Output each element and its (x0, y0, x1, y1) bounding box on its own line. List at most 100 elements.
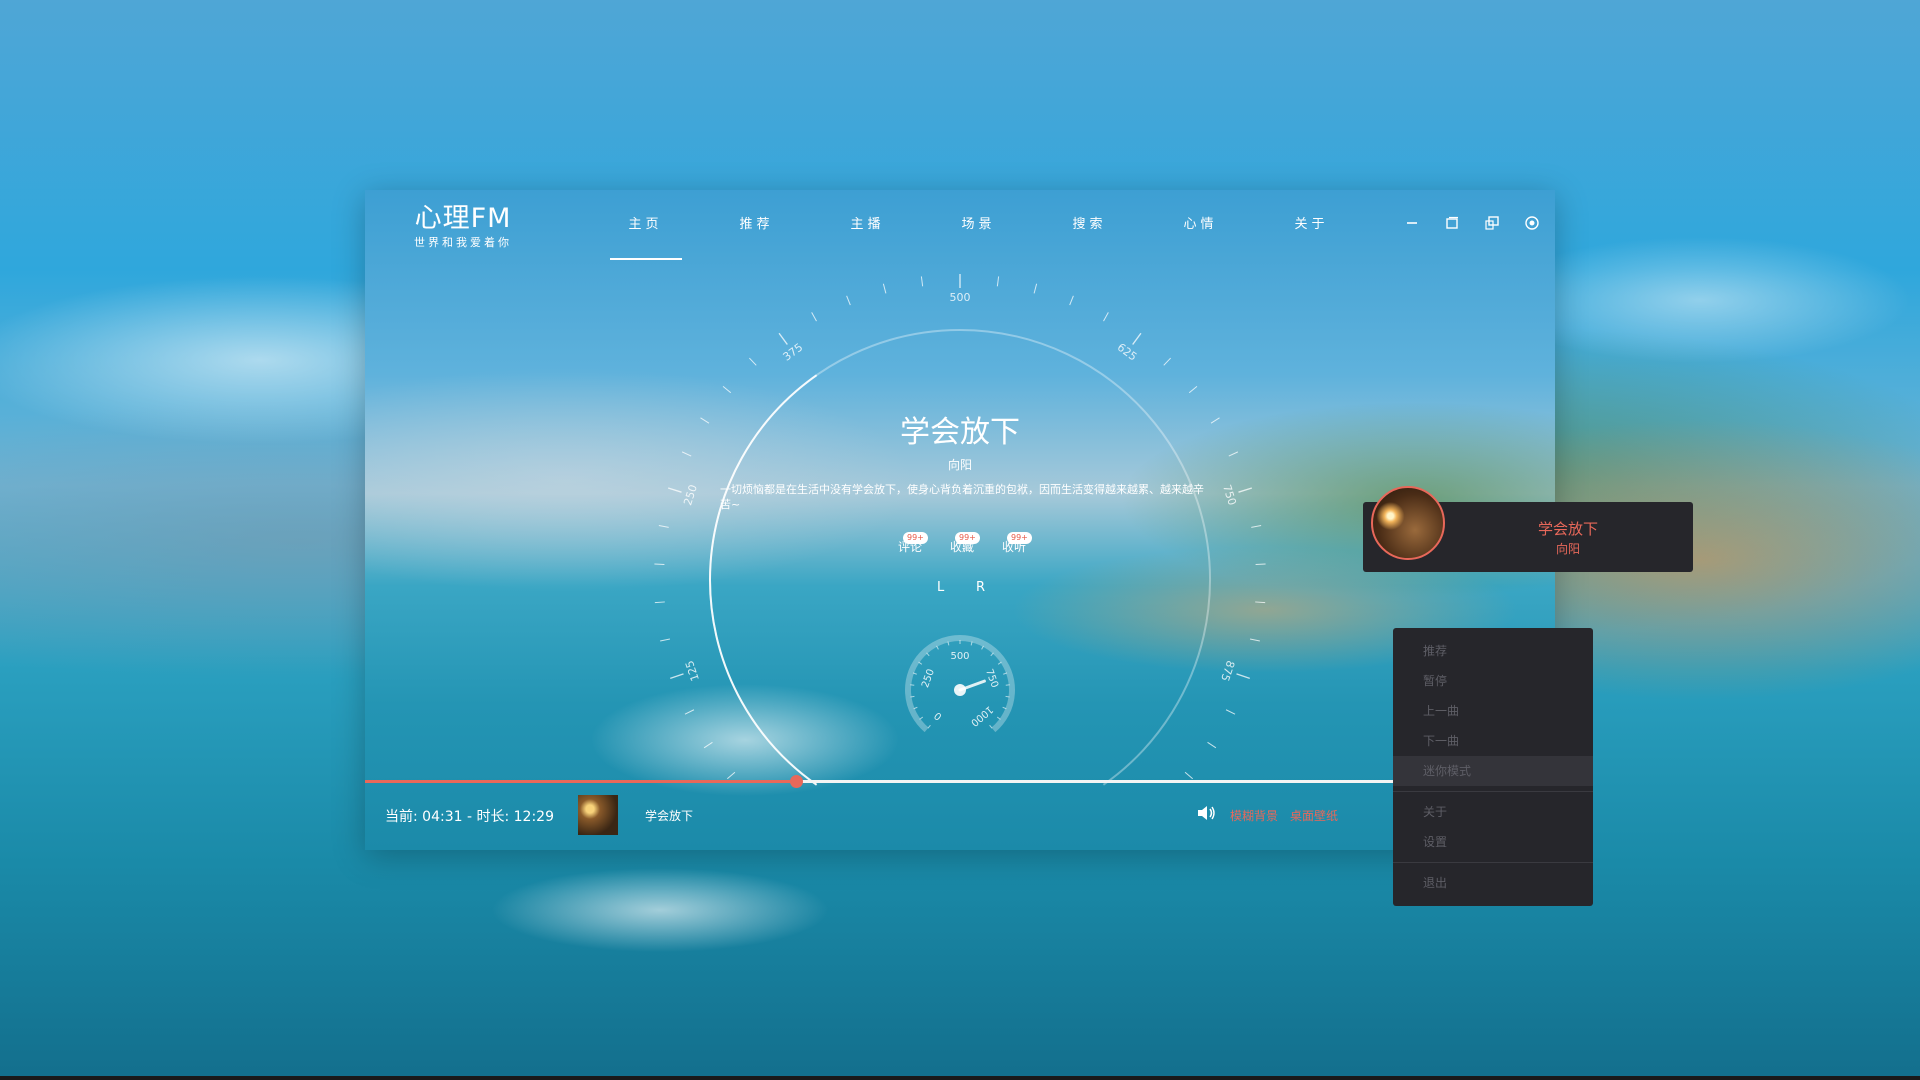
gauge-tick-label: 500 (950, 291, 971, 304)
listen-count-badge: 99+ (1007, 532, 1032, 544)
gauge-arc (709, 329, 1211, 786)
gauge-tick-label: 125 (683, 659, 702, 683)
gauge-tick (996, 276, 1000, 287)
small-gauge-tick (990, 652, 994, 657)
playback-time: 当前: 04:31 - 时长: 12:29 (385, 809, 554, 825)
gauge-tick (1033, 283, 1038, 294)
gauge-tick-label: 750 (1220, 483, 1239, 507)
gauge-tick (1207, 741, 1217, 749)
small-gauge-tick-label: 750 (983, 668, 1000, 690)
mini-player-cover[interactable] (1371, 486, 1445, 560)
gauge-tick (882, 283, 887, 294)
small-gauge-tick (919, 716, 924, 720)
gauge-tick (1132, 332, 1142, 345)
gauge-tick (700, 417, 710, 424)
gauge-tick (1069, 295, 1074, 306)
menu-item-mini-mode[interactable]: 迷你模式 (1393, 756, 1593, 786)
small-gauge-tick (936, 645, 939, 650)
song-title: 学会放下 (900, 415, 1020, 450)
gauge-tick (1249, 638, 1260, 642)
gauge-tick (684, 709, 695, 715)
gauge-tick (681, 451, 692, 457)
gauge-tick (658, 525, 669, 528)
gauge-tick (778, 332, 788, 345)
gauge-tick (749, 357, 757, 366)
listen-button[interactable]: 收听 99+ (999, 532, 1032, 554)
small-gauge-hub (954, 684, 966, 696)
menu-divider (1393, 862, 1593, 863)
menu-item-next[interactable]: 下一曲 (1393, 726, 1593, 756)
gauge-tick (660, 638, 671, 642)
small-gauge-tick (913, 706, 918, 710)
gauge-tick (1228, 451, 1239, 457)
gauge-tick (654, 563, 665, 566)
blur-background-link[interactable]: 模糊背景 (1230, 807, 1278, 824)
small-gauge-tick-label: 250 (920, 668, 937, 690)
favorite-button[interactable]: 收藏 99+ (947, 532, 980, 554)
gauge-tick (846, 295, 851, 306)
gauge-tick (1210, 417, 1220, 424)
small-gauge-tick-label: 500 (950, 651, 969, 662)
small-gauge-tick (981, 645, 984, 650)
track-cover-thumbnail[interactable] (578, 795, 618, 835)
progress-fill (365, 780, 797, 783)
mini-player-title: 学会放下 (1537, 520, 1598, 538)
gauge-tick (670, 673, 684, 680)
menu-item-exit[interactable]: 退出 (1393, 868, 1593, 898)
small-gauge-tick (910, 695, 915, 698)
gauge-tick (1251, 525, 1262, 528)
gauge-tick (811, 312, 817, 322)
channel-left-label: L (937, 580, 945, 595)
mini-player[interactable]: 学会放下 向阳 (1363, 486, 1693, 572)
volume-icon[interactable] (1195, 802, 1217, 824)
gauge-tick (1225, 709, 1236, 715)
desktop-wallpaper-link[interactable]: 桌面壁纸 (1290, 807, 1338, 824)
small-gauge-tick (1003, 672, 1008, 675)
menu-item-pause[interactable]: 暂停 (1393, 666, 1593, 696)
menu-item-about[interactable]: 关于 (1393, 797, 1593, 827)
menu-item-recommend[interactable]: 推荐 (1393, 636, 1593, 666)
taskbar-edge (0, 1076, 1920, 1080)
context-menu: 推荐 暂停 上一曲 下一曲 迷你模式 关于 设置 退出 (1393, 628, 1593, 906)
small-gauge-tick (918, 661, 923, 665)
favorite-count-badge: 99+ (955, 532, 980, 544)
gauge-tick (726, 771, 736, 780)
footer-song-title: 学会放下 (645, 809, 694, 823)
gauge-tick-label: 875 (1218, 659, 1237, 683)
menu-item-previous[interactable]: 上一曲 (1393, 696, 1593, 726)
small-gauge-tick-label: 0 (932, 709, 944, 722)
small-gauge-tick (912, 672, 917, 675)
gauge-tick (1236, 673, 1250, 680)
small-gauge-tick (927, 724, 931, 729)
gauge-tick (722, 386, 732, 394)
comment-count-badge: 99+ (903, 532, 928, 544)
gauge-tick (1255, 601, 1266, 604)
song-description: 一切烦恼都是在生活中没有学会放下，使身心背负着沉重的包袱，因而生活变得越来越累、… (720, 483, 1204, 511)
gauge-tick (667, 487, 682, 493)
progress-bar[interactable] (365, 775, 1555, 788)
gauge-tick (1103, 312, 1109, 322)
song-artist: 向阳 (947, 458, 972, 472)
channel-right-label: R (976, 580, 986, 595)
small-gauge-tick (926, 652, 930, 657)
gauge-tick-label: 625 (1115, 341, 1140, 364)
song-actions: 评论 99+ 收藏 99+ 收听 99+ (895, 532, 1032, 554)
mini-player-artist: 向阳 (1555, 542, 1580, 556)
gauge-tick (920, 276, 924, 287)
small-gauge-tick (989, 724, 993, 729)
small-gauge-tick (1002, 706, 1007, 710)
gauge-tick-label: 250 (681, 483, 700, 507)
gauge-tick (1255, 563, 1266, 566)
gauge-tick-label: 375 (781, 341, 806, 364)
gauge-tick (1238, 487, 1253, 493)
gauge-tick (1184, 771, 1194, 780)
gauge-tick (1163, 357, 1171, 366)
gauge-tick (654, 601, 665, 604)
small-gauge-tick (997, 661, 1002, 665)
small-gauge-tick (996, 716, 1001, 720)
gauge-arc-active (709, 374, 818, 786)
gauge-tick (1188, 386, 1198, 394)
comment-button[interactable]: 评论 99+ (895, 532, 928, 554)
menu-item-settings[interactable]: 设置 (1393, 827, 1593, 857)
small-gauge-tick (1005, 695, 1010, 698)
